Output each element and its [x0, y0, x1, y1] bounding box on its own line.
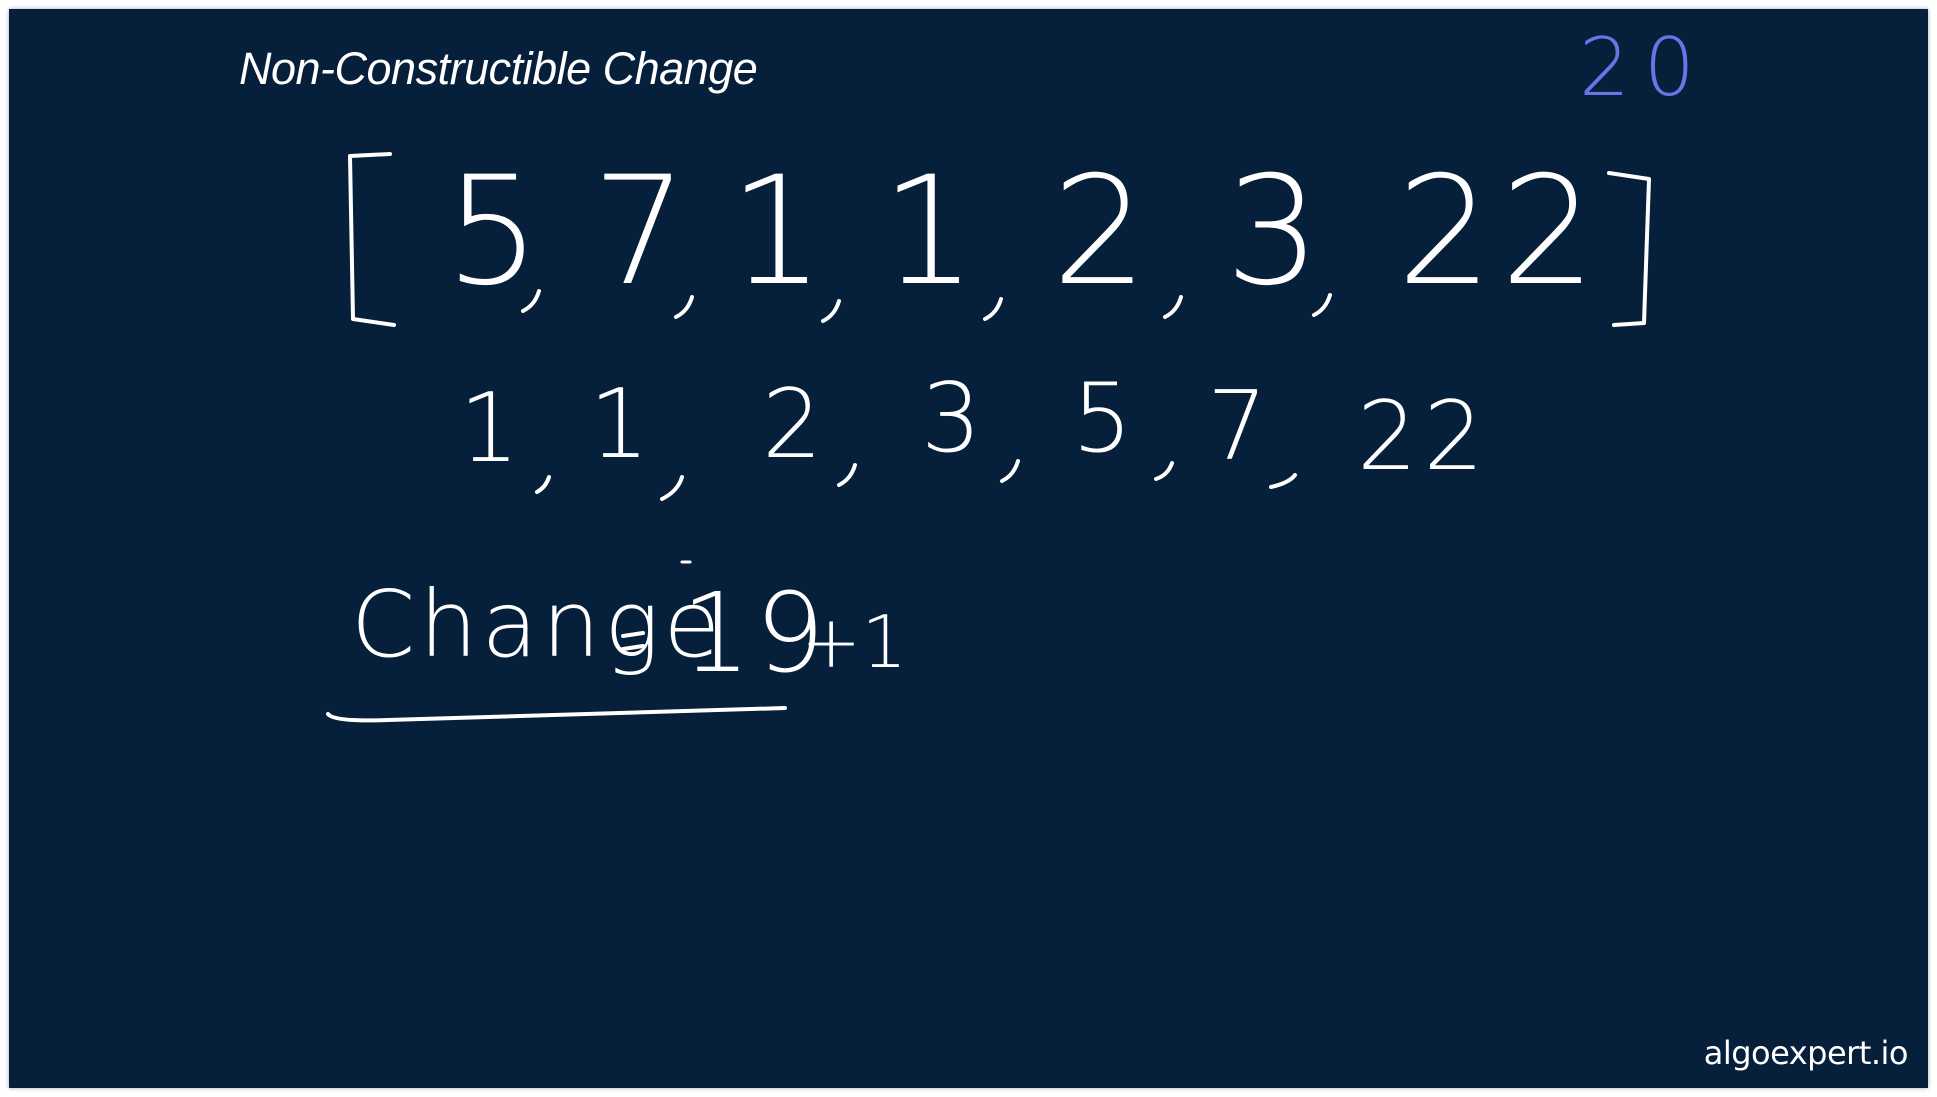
brand-watermark: algoexpert.io [1703, 1034, 1909, 1072]
input-value: 3 [1225, 145, 1320, 319]
input-value: 22 [1397, 145, 1604, 319]
sorted-value: 5 [1072, 364, 1132, 474]
corner-number: 20 [1579, 21, 1709, 114]
sorted-value: 7 [1207, 372, 1267, 482]
input-value: 1 [881, 145, 976, 319]
right-bracket [1607, 171, 1651, 327]
sorted-value: 22 [1357, 382, 1490, 492]
sorted-array: 1 1 2 3 5 7 22 [459, 364, 1490, 492]
sorted-value: 2 [762, 370, 822, 480]
sorted-value: 1 [459, 374, 519, 484]
input-value: 1 [729, 145, 824, 319]
input-value: 2 [1052, 145, 1147, 319]
sorted-value: 1 [589, 370, 649, 480]
change-label: Change [351, 571, 724, 678]
slide-canvas: Non-Constructible Change 20 5 7 1 1 2 3 … [9, 9, 1928, 1088]
handwriting-layer: 20 5 7 1 1 2 3 22 1 1 2 3 5 7 22 Change … [326, 21, 1709, 723]
change-underline [326, 706, 787, 723]
corner-number-text: 20 [1579, 21, 1709, 114]
input-value: 5 [445, 145, 540, 319]
input-array: 5 7 1 1 2 3 22 [445, 145, 1604, 319]
sorted-value: 3 [921, 364, 981, 474]
input-value: 7 [592, 145, 687, 319]
change-expression: Change 19 +1 [326, 560, 907, 723]
sorted-array-commas [535, 459, 1297, 501]
change-increment: +1 [801, 600, 907, 684]
left-bracket [348, 152, 396, 327]
